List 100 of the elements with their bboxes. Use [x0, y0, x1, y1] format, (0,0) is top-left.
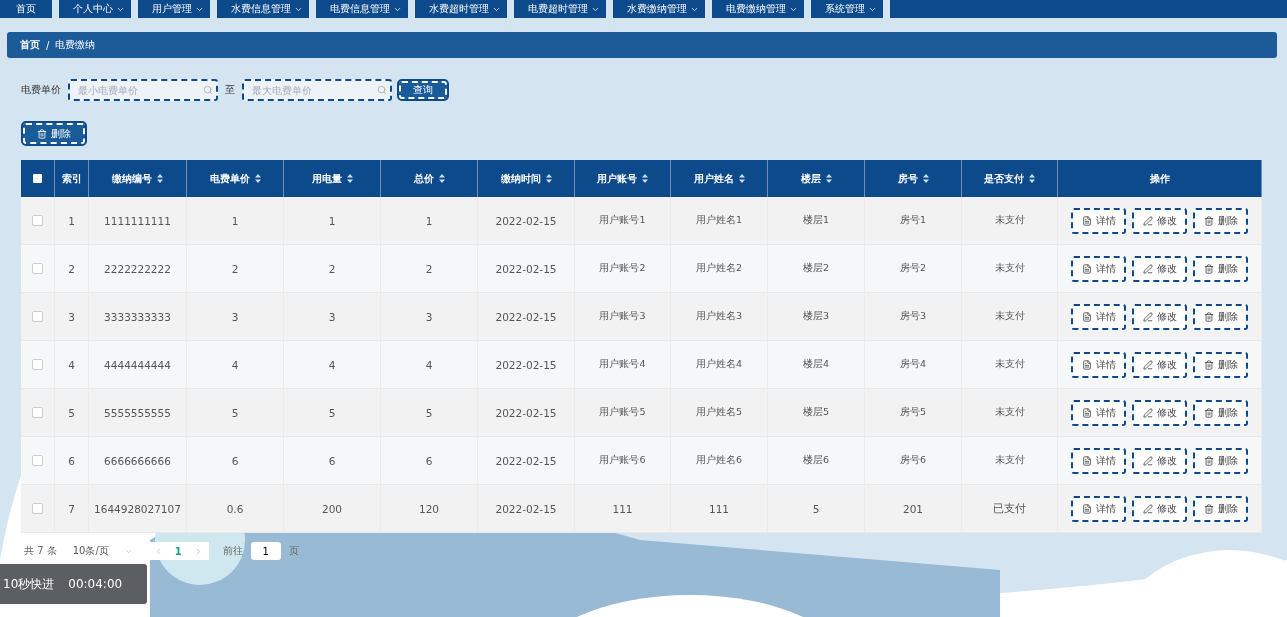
table-cell: 1111111111 [104, 214, 171, 227]
row-checkbox[interactable] [32, 263, 43, 274]
sort-icon[interactable] [1029, 174, 1035, 183]
details-button[interactable]: 详情 [1071, 303, 1126, 330]
table-cell: 楼层5 [802, 406, 829, 419]
min-price-field[interactable]: 最小电费单价 [68, 79, 218, 101]
details-button[interactable]: 详情 [1071, 447, 1126, 474]
table-cell: 未支付 [994, 406, 1025, 419]
trash-icon [1203, 455, 1214, 466]
table-cell: 已支付 [993, 501, 1026, 516]
table-cell: 2022-02-15 [495, 310, 557, 323]
sort-icon[interactable] [738, 174, 745, 183]
goto-unit: 页 [288, 544, 299, 558]
goto-page-field[interactable]: 1 [250, 542, 281, 560]
breadcrumb-link[interactable]: 首页 [20, 38, 40, 52]
table-cell: 用户账号1 [599, 214, 646, 227]
trash-icon [37, 128, 47, 139]
table-cell: 未支付 [994, 262, 1025, 275]
table-cell: 用户姓名6 [695, 454, 742, 467]
column-header: 是否支付 [984, 171, 1024, 186]
table-cell: 5 [425, 406, 433, 419]
table-cell: 2 [425, 262, 433, 275]
fast-forward-label[interactable]: 10秒快进 [3, 575, 55, 593]
table-cell: 房号4 [899, 358, 926, 371]
playback-time: 00:04:00 [68, 577, 123, 591]
column-header: 用户账号 [597, 171, 637, 186]
table-cell: 7 [68, 502, 75, 515]
delete-button[interactable]: 删除 [1193, 255, 1248, 282]
sort-icon[interactable] [545, 174, 552, 183]
table-cell: 房号5 [899, 406, 926, 419]
trash-icon [1203, 263, 1214, 274]
select-all-checkbox[interactable] [33, 174, 42, 183]
table-cell: 4444444444 [104, 358, 171, 371]
delete-button[interactable]: 删除 [23, 123, 85, 144]
document-icon [1081, 311, 1092, 322]
delete-button[interactable]: 删除 [1193, 303, 1248, 330]
table-cell: 2022-02-15 [495, 262, 557, 275]
table-cell: 5 [812, 502, 820, 515]
delete-button[interactable]: 删除 [1193, 447, 1248, 474]
edit-button[interactable]: 修改 [1132, 495, 1187, 522]
sort-icon[interactable] [825, 174, 832, 183]
table-cell: 用户姓名1 [695, 214, 742, 227]
edit-button[interactable]: 修改 [1132, 303, 1187, 330]
sort-icon[interactable] [642, 174, 648, 183]
table-cell: 3 [68, 310, 75, 323]
table-cell: 6666666666 [104, 454, 171, 467]
details-button[interactable]: 详情 [1071, 207, 1126, 234]
sort-icon[interactable] [438, 174, 445, 183]
table-cell: 3 [231, 310, 239, 323]
sort-icon[interactable] [157, 174, 163, 183]
search-button[interactable]: 查询 [399, 81, 447, 99]
table-cell: 2 [68, 262, 75, 275]
delete-button[interactable]: 删除 [1193, 207, 1248, 234]
table-cell: 201 [902, 502, 923, 515]
document-icon [1081, 503, 1092, 514]
edit-button[interactable]: 修改 [1132, 399, 1187, 426]
delete-button[interactable]: 删除 [1193, 495, 1248, 522]
table-cell: 用户账号5 [599, 406, 646, 419]
table-cell: 用户账号6 [599, 454, 646, 467]
sort-icon[interactable] [346, 174, 353, 183]
delete-button[interactable]: 删除 [1193, 351, 1248, 378]
edit-button[interactable]: 修改 [1132, 207, 1187, 234]
table-cell: 房号6 [899, 454, 926, 467]
max-price-field[interactable]: 最大电费单价 [242, 79, 392, 101]
row-checkbox[interactable] [32, 455, 43, 466]
document-icon [1081, 263, 1092, 274]
table-cell: 用户账号4 [599, 358, 646, 371]
table-cell: 111 [708, 502, 729, 515]
details-button[interactable]: 详情 [1071, 495, 1126, 522]
table-cell: 111 [612, 502, 633, 515]
delete-button[interactable]: 删除 [1193, 399, 1248, 426]
edit-button[interactable]: 修改 [1132, 351, 1187, 378]
row-checkbox[interactable] [32, 311, 43, 322]
row-checkbox[interactable] [32, 503, 43, 514]
edit-button[interactable]: 修改 [1132, 255, 1187, 282]
row-checkbox[interactable] [32, 407, 43, 418]
sort-icon[interactable] [254, 174, 261, 183]
document-icon [1081, 407, 1092, 418]
breadcrumb-current: 电费缴纳 [55, 38, 96, 52]
sort-icon[interactable] [922, 174, 929, 183]
column-header: 用户姓名 [693, 171, 734, 186]
table-cell: 房号1 [899, 214, 926, 227]
total-count: 共 7 条 [24, 544, 57, 558]
pen-icon [1142, 407, 1153, 418]
search-icon [377, 85, 387, 95]
trash-icon [1203, 503, 1214, 514]
details-button[interactable]: 详情 [1071, 255, 1126, 282]
table-cell: 未支付 [994, 310, 1025, 323]
table-cell: 楼层6 [802, 454, 829, 467]
column-header: 总价 [413, 171, 434, 186]
row-checkbox[interactable] [32, 359, 43, 370]
details-button[interactable]: 详情 [1071, 399, 1126, 426]
table-cell: 6 [68, 454, 75, 467]
row-checkbox[interactable] [32, 215, 43, 226]
table-cell: 未支付 [994, 214, 1025, 227]
edit-button[interactable]: 修改 [1132, 447, 1187, 474]
pen-icon [1142, 503, 1153, 514]
pen-icon [1142, 263, 1153, 274]
details-button[interactable]: 详情 [1071, 351, 1126, 378]
table-cell: 6 [231, 454, 239, 467]
